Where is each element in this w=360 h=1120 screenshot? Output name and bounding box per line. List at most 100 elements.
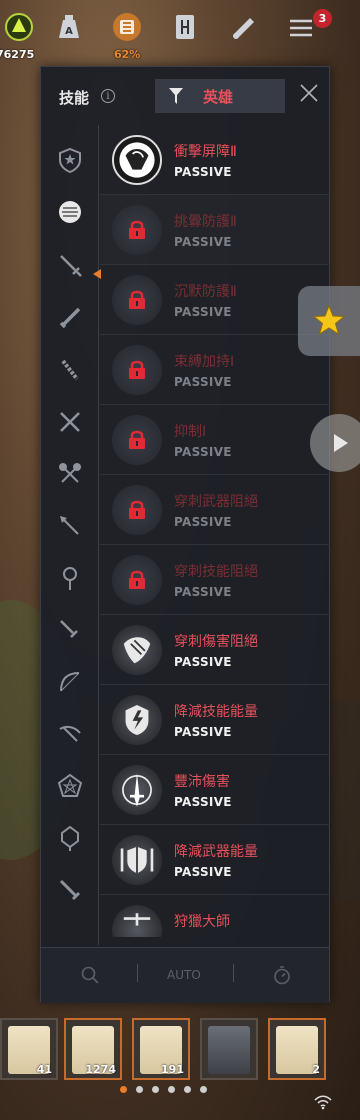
hunter-icon	[112, 905, 162, 937]
mace-icon[interactable]	[55, 355, 85, 385]
skill-name: 降減技能能量	[174, 704, 258, 720]
skill-row[interactable]: 穿刺傷害阻絕 PASSIVE	[100, 615, 330, 685]
page-indicator	[120, 1086, 240, 1096]
staff-icon[interactable]	[55, 563, 85, 593]
close-icon[interactable]	[295, 79, 323, 107]
category-column	[41, 125, 101, 945]
skill-row[interactable]: 豐沛傷害 PASSIVE	[100, 755, 330, 825]
filter-icon	[169, 88, 183, 104]
slot-count: 191	[161, 1063, 184, 1076]
page-dot[interactable]	[200, 1086, 207, 1093]
svg-text:A: A	[65, 26, 73, 37]
info-icon[interactable]: i	[101, 89, 115, 103]
quickslot[interactable]	[200, 1018, 258, 1080]
skill-name: 束縛加持Ⅰ	[174, 354, 235, 370]
skill-row[interactable]: 衝擊屏障Ⅱ PASSIVE	[100, 125, 330, 195]
skill-list: 衝擊屏障Ⅱ PASSIVE 挑釁防護Ⅱ PASSIVE 沉默防護Ⅱ PASSIV…	[100, 125, 330, 937]
pentagram-icon[interactable]	[55, 771, 85, 801]
rune-tablet-icon	[208, 1026, 250, 1074]
crossbow-icon[interactable]	[55, 719, 85, 749]
auto-button[interactable]: AUTO	[167, 968, 201, 982]
page-dot[interactable]	[168, 1086, 175, 1093]
weight-percent: 62%	[114, 48, 141, 61]
gold-count: 76275	[0, 48, 35, 61]
quickslot[interactable]: 191	[132, 1018, 190, 1080]
star-icon	[312, 304, 346, 336]
play-icon	[334, 434, 348, 452]
lock-icon	[129, 500, 145, 519]
codex-icon[interactable]	[168, 10, 202, 44]
skill-type: PASSIVE	[174, 585, 232, 599]
skill-type: PASSIVE	[174, 305, 232, 319]
weight-icon[interactable]	[110, 10, 144, 44]
crystal-orb-icon[interactable]	[55, 197, 85, 227]
orb-staff-icon[interactable]	[55, 823, 85, 853]
skill-row[interactable]: 束縛加持Ⅰ PASSIVE	[100, 335, 330, 405]
page-dot[interactable]	[184, 1086, 191, 1093]
skill-row[interactable]: 抑制Ⅰ PASSIVE	[100, 405, 330, 475]
quickslot[interactable]: 41	[0, 1018, 58, 1080]
skill-type: PASSIVE	[174, 865, 232, 879]
skill-name: 挑釁防護Ⅱ	[174, 214, 237, 230]
lock-icon	[129, 570, 145, 589]
quickslot[interactable]: 1274	[64, 1018, 122, 1080]
sword-aura-icon	[112, 765, 162, 815]
skill-name: 衝擊屏障Ⅱ	[174, 144, 237, 160]
skill-row[interactable]: 沉默防護Ⅱ PASSIVE	[100, 265, 330, 335]
notification-badge: 3	[313, 9, 332, 28]
crossed-axes-icon[interactable]	[55, 459, 85, 489]
lock-icon	[129, 430, 145, 449]
top-bar: 76275 A 62% 3	[0, 0, 360, 66]
page-dot[interactable]	[120, 1086, 127, 1093]
shield-star-icon[interactable]	[55, 145, 85, 175]
scroll-icon[interactable]	[226, 10, 260, 44]
page-dot[interactable]	[136, 1086, 143, 1093]
blade-icon[interactable]	[55, 875, 85, 905]
filter-dropdown[interactable]: 英雄	[155, 79, 285, 113]
skill-row[interactable]: 降減武器能量 PASSIVE	[100, 825, 330, 895]
filter-label: 英雄	[203, 88, 234, 106]
skill-row[interactable]: 挑釁防護Ⅱ PASSIVE	[100, 195, 330, 265]
skills-panel: 技能 i 英雄 衝擊屏障Ⅱ PASSIVE 挑釁防護Ⅱ PASSIVE 沉默防護…	[40, 66, 330, 1003]
skill-row[interactable]: 狩獵大師	[100, 895, 330, 937]
stopwatch-icon[interactable]	[273, 965, 291, 985]
gold-icon[interactable]	[2, 10, 36, 44]
lightning-shield-icon	[112, 695, 162, 745]
bow-icon[interactable]	[55, 667, 85, 697]
skill-type: PASSIVE	[174, 795, 232, 809]
panel-title: 技能	[59, 89, 90, 107]
shield-swords-icon	[112, 835, 162, 885]
bag-icon[interactable]: A	[52, 10, 86, 44]
skill-row[interactable]: 穿刺技能阻絕 PASSIVE	[100, 545, 330, 615]
quickbar: 41 1274 191 2	[0, 1012, 360, 1092]
skill-type: PASSIVE	[174, 375, 232, 389]
spear-icon[interactable]	[55, 511, 85, 541]
lock-icon	[129, 220, 145, 239]
footer-divider	[137, 964, 138, 982]
greatsword-icon[interactable]	[55, 303, 85, 333]
dagger-icon[interactable]	[55, 615, 85, 645]
skill-name: 抑制Ⅰ	[174, 424, 207, 440]
skill-name: 狩獵大師	[174, 914, 230, 930]
skill-type: PASSIVE	[174, 235, 232, 249]
page-dot[interactable]	[152, 1086, 159, 1093]
magnifier-icon[interactable]	[81, 966, 99, 984]
sword-icon[interactable]	[55, 250, 85, 280]
skill-type: PASSIVE	[174, 165, 232, 179]
skill-name: 沉默防護Ⅱ	[174, 284, 237, 300]
favorite-button[interactable]	[298, 286, 360, 356]
wifi-icon	[314, 1095, 332, 1110]
skill-name: 降減武器能量	[174, 844, 258, 860]
quickslot[interactable]: 2	[268, 1018, 326, 1080]
skill-name: 豐沛傷害	[174, 774, 230, 790]
lock-icon	[129, 290, 145, 309]
panel-header: 技能 i 英雄	[41, 67, 329, 125]
footer-divider	[233, 964, 234, 982]
skill-row[interactable]: 穿刺武器阻絕 PASSIVE	[100, 475, 330, 545]
lock-icon	[129, 360, 145, 379]
skill-name: 穿刺武器阻絕	[174, 494, 258, 510]
skill-row[interactable]: 降減技能能量 PASSIVE	[100, 685, 330, 755]
dual-swords-icon[interactable]	[55, 407, 85, 437]
play-button[interactable]	[310, 414, 360, 472]
panel-footer: AUTO	[41, 947, 329, 1003]
